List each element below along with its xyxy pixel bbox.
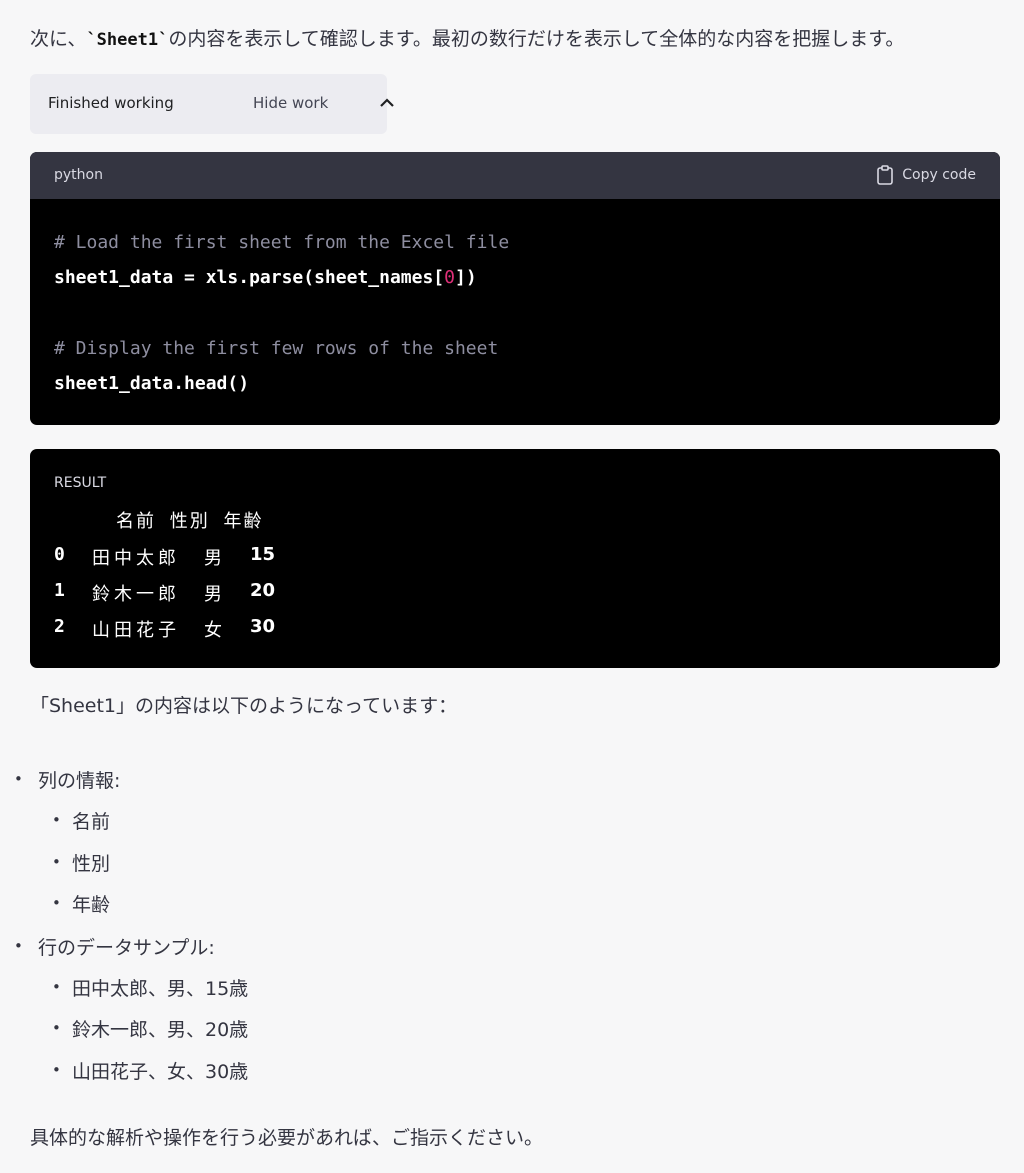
list-item: 鈴木一郎、男、20歳 — [38, 1008, 248, 1052]
clipboard-icon — [877, 165, 894, 185]
intro-suffix: の内容を表示して確認します。最初の数行だけを表示して全体的な内容を把握します。 — [168, 28, 905, 50]
list-item: 性別 — [38, 842, 248, 886]
list-item: 山田花子、女、30歳 — [38, 1050, 248, 1094]
cell-name: 鈴木一郎 — [92, 584, 180, 605]
code-number: 0 — [444, 267, 455, 288]
summary-list: 列の情報: 名前 性別 年齢 行のデータサンプル: 田中太郎、男、15歳 鈴木一… — [14, 758, 248, 1094]
code-line-comment-1: # Load the first sheet from the Excel fi… — [54, 232, 510, 253]
code-block: python Copy code # Load the first sheet … — [30, 152, 1000, 425]
code-token: ]) — [454, 267, 477, 288]
row-index: 2 — [54, 616, 65, 637]
intro-text: 次に、`Sheet1`の内容を表示して確認します。最初の数行だけを表示して全体的… — [30, 22, 1010, 57]
cell-gender: 男 — [204, 548, 222, 569]
copy-code-button[interactable]: Copy code — [876, 165, 976, 185]
row-index: 0 — [54, 544, 65, 565]
list-item: 名前 — [38, 800, 248, 844]
code-line-comment-2: # Display the first few rows of the shee… — [54, 338, 499, 359]
list-item: 年齢 — [38, 883, 248, 927]
row-index: 1 — [54, 580, 65, 601]
columns-list: 名前 性別 年齢 — [38, 800, 248, 927]
code-body: # Load the first sheet from the Excel fi… — [30, 199, 1000, 425]
column-header: 名前 — [116, 511, 156, 532]
cell-name: 山田花子 — [92, 620, 180, 641]
chevron-up-icon[interactable] — [380, 98, 394, 108]
list-item: 田中太郎、男、15歳 — [38, 967, 248, 1011]
cell-gender: 女 — [204, 620, 222, 641]
work-toggle[interactable]: Finished working Hide work — [30, 74, 394, 134]
closing-text: 具体的な解析や操作を行う必要があれば、ご指示ください。 — [30, 1127, 544, 1149]
cell-age: 30 — [250, 616, 276, 637]
rows-heading: 行のデータサンプル: — [38, 936, 215, 959]
cell-name: 田中太郎 — [92, 548, 180, 569]
code-line-head: sheet1_data.head() — [54, 373, 250, 394]
code-language: python — [54, 167, 103, 183]
intro-inline-code: `Sheet1` — [86, 30, 169, 50]
list-item: 列の情報: 名前 性別 年齢 — [14, 758, 248, 927]
result-block: RESULT 名前 性別 年齢 0 田中太郎 男 15 1 鈴木一郎 男 20 … — [30, 449, 1000, 668]
cell-gender: 男 — [204, 584, 222, 605]
cell-age: 20 — [250, 580, 276, 601]
dataframe-header: 名前 性別 年齢 — [116, 507, 271, 533]
column-header: 性別 — [169, 511, 210, 532]
copy-code-label: Copy code — [902, 167, 976, 183]
code-line-parse: sheet1_data = xls.parse(sheet_names[0]) — [54, 260, 976, 295]
list-item: 行のデータサンプル: 田中太郎、男、15歳 鈴木一郎、男、20歳 山田花子、女、… — [14, 925, 248, 1094]
intro-prefix: 次に、 — [30, 28, 87, 50]
cell-age: 15 — [250, 544, 276, 565]
column-header: 年齢 — [223, 511, 264, 532]
code-header: python Copy code — [30, 152, 1000, 199]
answer-intro: 「Sheet1」の内容は以下のようになっています： — [30, 695, 458, 717]
code-token: sheet1_data = xls.parse(sheet_names[ — [54, 267, 445, 288]
result-label: RESULT — [54, 475, 107, 491]
work-status: Finished working — [48, 94, 174, 112]
hide-work-button[interactable]: Hide work — [253, 94, 328, 112]
columns-heading: 列の情報: — [38, 770, 121, 792]
rows-list: 田中太郎、男、15歳 鈴木一郎、男、20歳 山田花子、女、30歳 — [38, 967, 248, 1094]
